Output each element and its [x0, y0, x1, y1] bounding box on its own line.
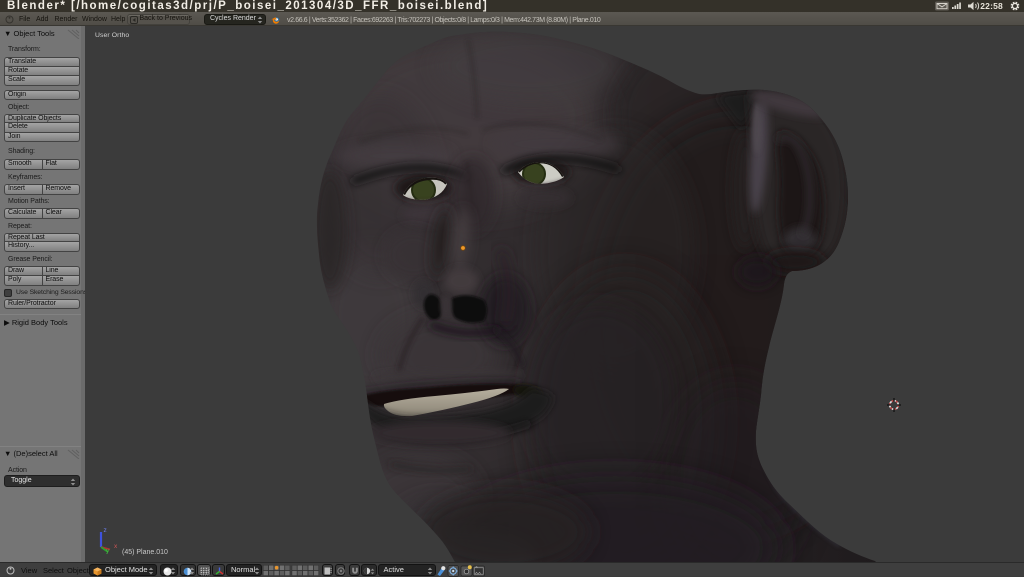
svg-text:x: x	[114, 543, 118, 550]
svg-text:z: z	[104, 527, 107, 534]
svg-text:22:58: 22:58	[980, 1, 1003, 11]
